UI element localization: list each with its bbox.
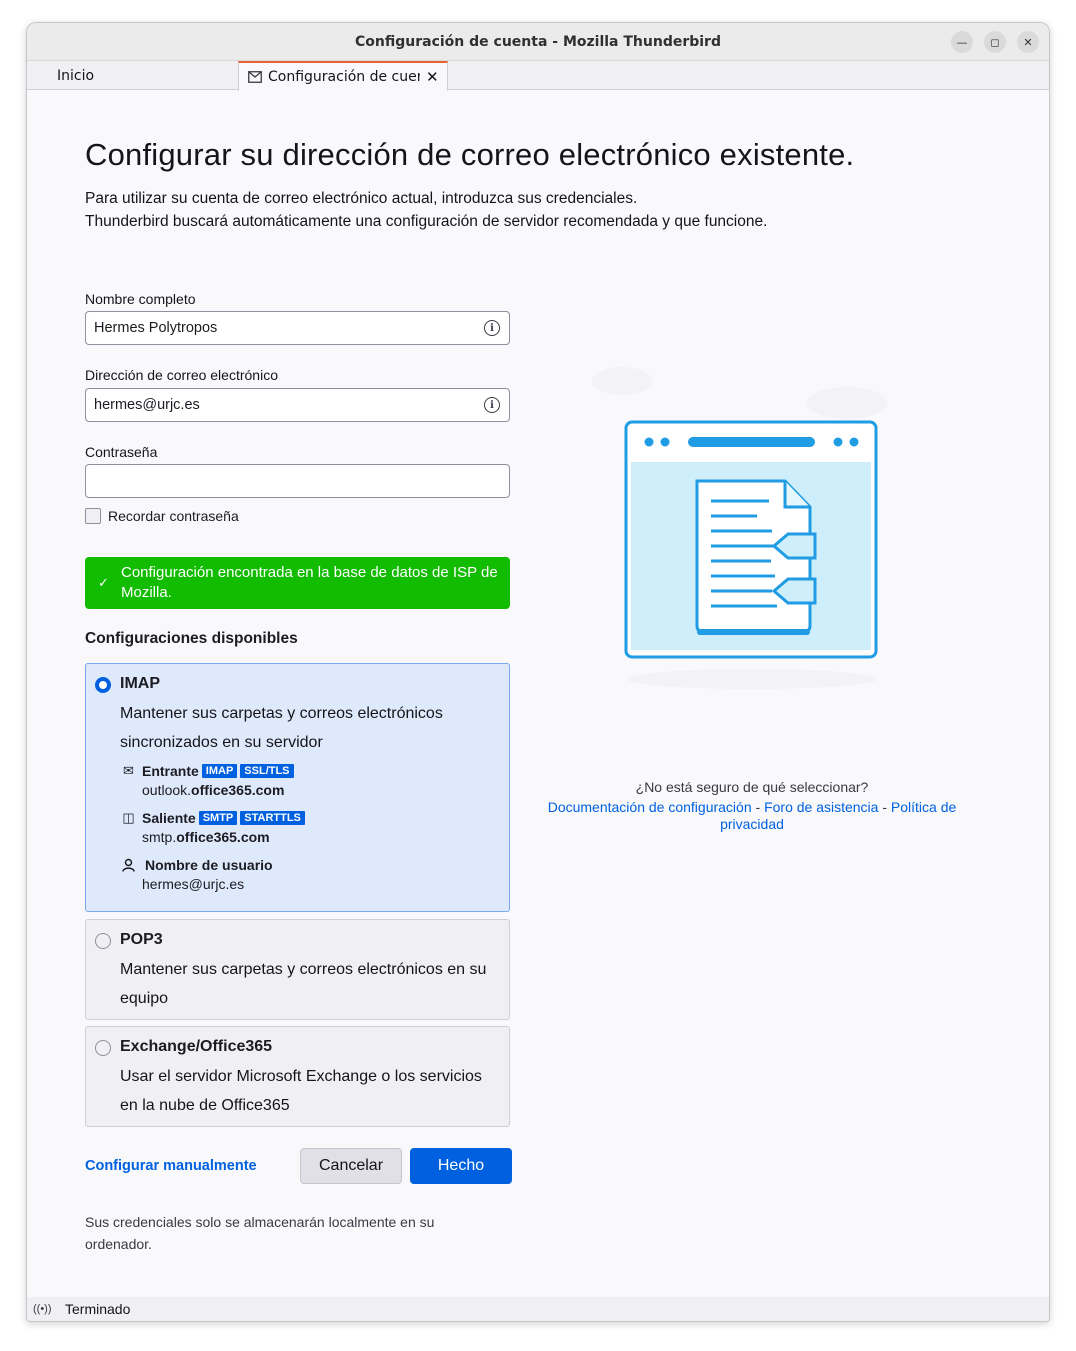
page-title: Configurar su dirección de correo electr… [85,137,855,172]
status-text: Terminado [65,1301,131,1317]
configs-title: Configuraciones disponibles [85,630,298,647]
manual-config-link[interactable]: Configurar manualmente [85,1148,265,1184]
status-bar: ((•)) Terminado [27,1297,1049,1321]
incoming-server: ✉ Entrante IMAP SSL/TLS outlook.office36… [120,763,294,798]
config-option-imap[interactable]: IMAP Mantener sus carpetas y correos ele… [85,663,510,912]
option-description: Mantener sus carpetas y correos electrón… [120,961,487,1007]
protocol-badge: SMTP [198,811,238,825]
host-domain: office365.com [191,782,285,798]
outbox-icon: ◫ [122,810,135,825]
email-value: hermes@urjc.es [94,397,200,413]
imap-radio[interactable] [95,677,111,693]
app-window: Configuración de cuenta - Mozilla Thunde… [26,22,1050,1322]
intro-text: Para utilizar su cuenta de correo electr… [85,187,767,233]
help-links: ¿No está seguro de qué seleccionar? Docu… [527,779,977,833]
incoming-label: Entrante [142,763,199,779]
protocol-badge: IMAP [201,764,238,778]
tab-inicio[interactable]: Inicio [57,61,94,90]
tab-label: Configuración de cuenta [268,69,420,85]
exchange-radio[interactable] [95,1040,111,1056]
status-success-banner: ✓ Configuración encontrada en la base de… [85,557,510,609]
host-prefix: smtp. [142,829,177,845]
host-prefix: outlook. [142,782,192,798]
info-icon[interactable]: i [484,320,500,336]
titlebar: Configuración de cuenta - Mozilla Thunde… [27,23,1049,61]
username-info: Nombre de usuario hermes@urjc.es [120,857,273,892]
remember-label: Recordar contraseña [108,508,239,524]
link-separator: - [751,799,765,815]
tab-label: Inicio [57,67,95,84]
intro-line: Para utilizar su cuenta de correo electr… [85,190,638,207]
inbox-icon: ✉ [123,763,134,778]
user-icon [122,858,135,872]
username-value: hermes@urjc.es [142,876,245,892]
cancel-button[interactable]: Cancelar [300,1148,402,1184]
outgoing-label: Saliente [142,810,196,826]
option-description: Mantener sus carpetas y correos electrón… [120,705,443,751]
docs-link[interactable]: Documentación de configuración [548,799,752,815]
close-tab-icon[interactable]: ✕ [426,68,439,86]
email-field[interactable]: hermes@urjc.es i [85,388,510,422]
connection-icon: ((•)) [33,1303,52,1315]
host-domain: office365.com [176,829,270,845]
status-message: Configuración encontrada en la base de d… [121,564,498,601]
link-separator: - [878,799,891,815]
account-setup-page: Configurar su dirección de correo electr… [27,91,1049,1299]
pop3-radio[interactable] [95,933,111,949]
minimize-icon[interactable]: — [951,31,973,53]
done-button[interactable]: Hecho [410,1148,512,1184]
password-field[interactable] [85,464,510,498]
option-title: Exchange/Office365 [120,1038,273,1055]
remember-checkbox[interactable] [85,508,101,524]
name-value: Hermes Polytropos [94,320,218,336]
config-option-exchange[interactable]: Exchange/Office365 Usar el servidor Micr… [85,1026,510,1127]
option-title: POP3 [120,931,163,948]
intro-line: Thunderbird buscará automáticamente una … [85,213,768,230]
name-label: Nombre completo [85,291,196,307]
tab-account-setup[interactable]: Configuración de cuenta ✕ [238,61,448,91]
close-window-icon[interactable]: ✕ [1017,31,1039,53]
outgoing-server: ◫ Saliente SMTP STARTTLS smtp.office365.… [120,810,305,845]
remember-password[interactable]: Recordar contraseña [85,508,239,524]
info-icon[interactable]: i [484,397,500,413]
config-option-pop3[interactable]: POP3 Mantener sus carpetas y correos ele… [85,919,510,1020]
email-label: Dirección de correo electrónico [85,367,278,383]
password-label: Contraseña [85,444,158,460]
account-setup-illustration [592,367,887,689]
tab-strip: Inicio Configuración de cuenta ✕ [27,61,1049,91]
help-question: ¿No está seguro de qué seleccionar? [635,779,869,795]
name-field[interactable]: Hermes Polytropos i [85,311,510,345]
username-label: Nombre de usuario [145,857,273,873]
option-title: IMAP [120,675,160,692]
maximize-icon[interactable]: ◻ [984,31,1006,53]
window-title: Configuración de cuenta - Mozilla Thunde… [355,33,721,50]
incoming-host: outlook.office365.com [142,782,294,798]
security-badge: SSL/TLS [240,764,294,778]
forum-link[interactable]: Foro de asistencia [764,799,878,815]
window-controls: — ◻ ✕ [951,31,1039,53]
checkmark-icon: ✓ [98,575,109,590]
outgoing-host: smtp.office365.com [142,829,305,845]
option-description: Usar el servidor Microsoft Exchange o lo… [120,1068,482,1114]
credentials-footnote: Sus credenciales solo se almacenarán loc… [85,1214,435,1252]
security-badge: STARTTLS [240,811,305,825]
mail-icon [248,71,262,83]
